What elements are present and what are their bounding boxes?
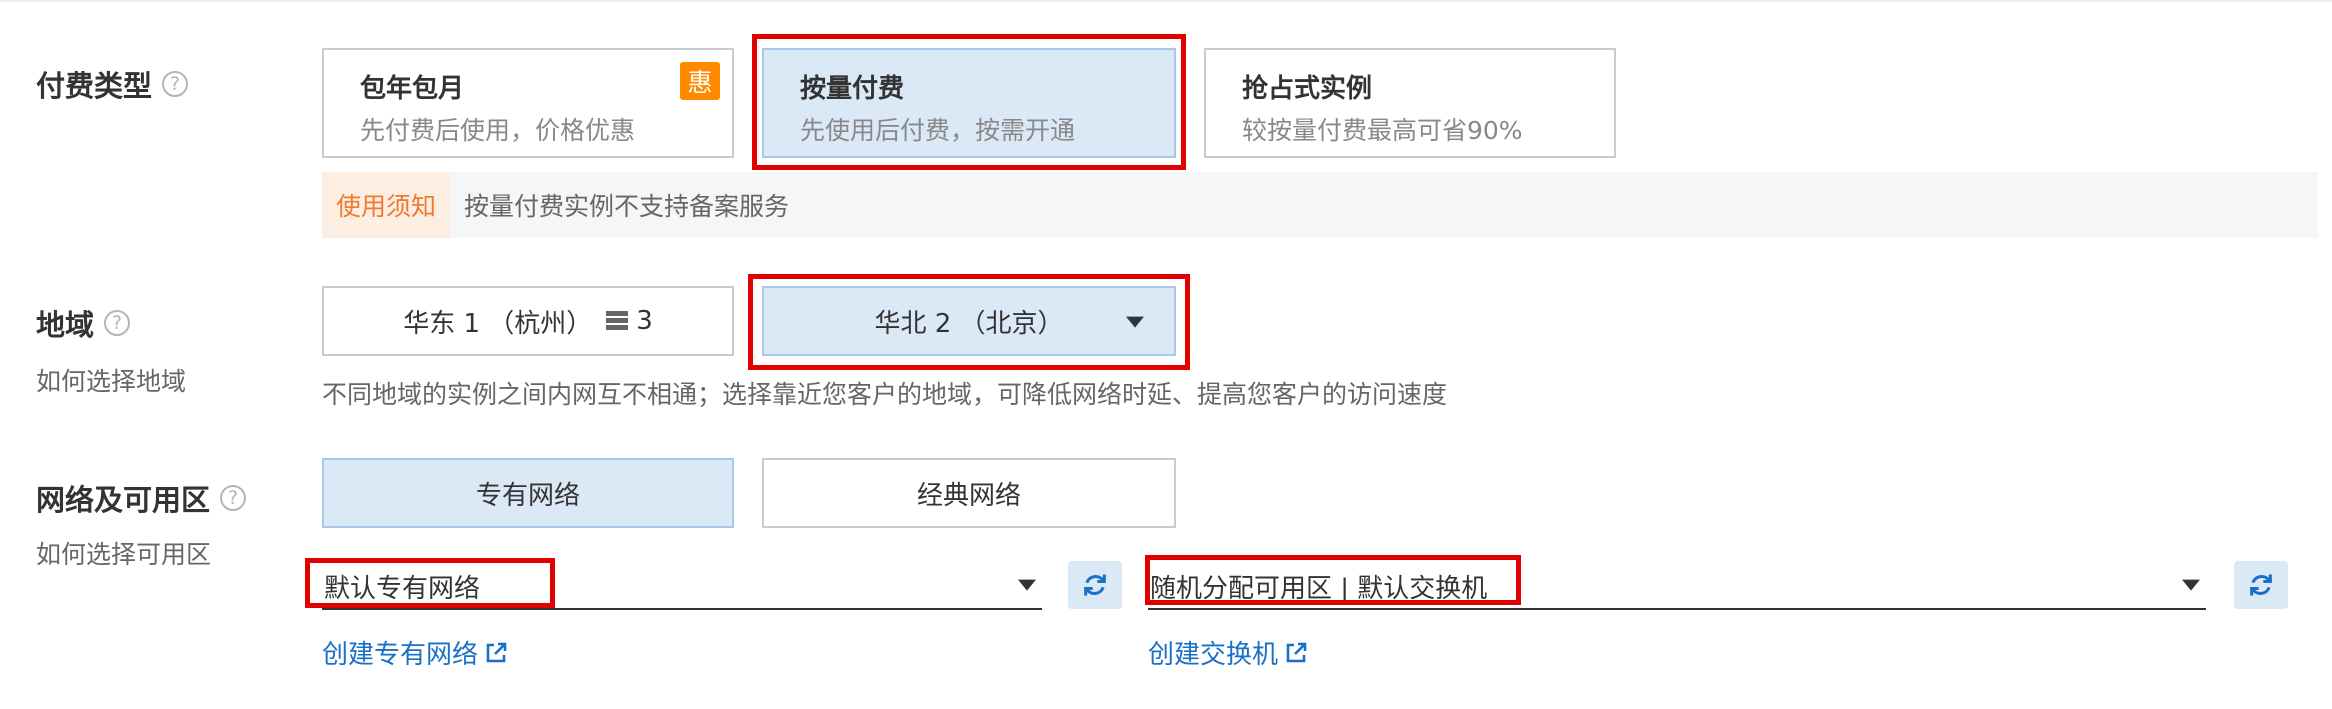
chevron-down-icon [2182, 579, 2200, 591]
discount-badge: 惠 [680, 62, 720, 100]
external-link-icon [1286, 642, 1307, 662]
network-zone-label: 网络及可用区 ? [36, 477, 247, 519]
refresh-icon [2250, 574, 2272, 596]
vpc-select-value: 默认专有网络 [324, 574, 481, 604]
notice-tag: 使用须知 [322, 172, 451, 238]
region-label: 地域 ? [36, 302, 131, 344]
network-type-label: 专有网络 [475, 480, 580, 511]
zone-switch-select[interactable]: 随机分配可用区 | 默认交换机 [1148, 560, 2206, 610]
chevron-down-icon [1126, 316, 1144, 328]
chevron-down-icon [1018, 579, 1036, 591]
billing-option-preemptible[interactable]: 抢占式实例 较按量付费最高可省90% [1204, 48, 1616, 158]
billing-option-title: 包年包月 [360, 74, 465, 104]
server-icon [606, 311, 629, 331]
region-option-label: 华北 2 （北京） [874, 308, 1064, 339]
region-server-count: 3 [636, 306, 653, 336]
network-type-vpc[interactable]: 专有网络 [322, 458, 734, 528]
billing-option-title: 抢占式实例 [1242, 74, 1373, 104]
billing-option-desc: 先付费后使用，价格优惠 [360, 116, 636, 145]
billing-option-desc: 先使用后付费，按需开通 [800, 116, 1076, 145]
refresh-switch-button[interactable] [2234, 561, 2288, 609]
network-type-classic[interactable]: 经典网络 [762, 458, 1176, 528]
billing-option-desc: 较按量付费最高可省90% [1242, 116, 1523, 145]
billing-option-subscription[interactable]: 包年包月 先付费后使用，价格优惠 惠 [322, 48, 734, 158]
billing-type-label: 付费类型 ? [36, 63, 189, 105]
zone-help-link[interactable]: 如何选择可用区 [36, 535, 211, 571]
external-link-icon [486, 642, 507, 662]
region-option-label: 华东 1 （杭州） [403, 308, 593, 339]
billing-option-title: 按量付费 [800, 74, 905, 104]
top-divider [0, 0, 2332, 2]
help-icon[interactable]: ? [104, 310, 131, 336]
refresh-vpc-button[interactable] [1068, 561, 1122, 609]
region-help-link[interactable]: 如何选择地域 [36, 362, 186, 398]
help-icon[interactable]: ? [162, 71, 189, 97]
create-switch-link[interactable]: 创建交换机 [1148, 634, 1308, 671]
region-option-hangzhou[interactable]: 华东 1 （杭州） 3 [322, 286, 734, 356]
notice-text: 按量付费实例不支持备案服务 [464, 192, 790, 221]
vpc-select[interactable]: 默认专有网络 [322, 560, 1042, 610]
create-vpc-link[interactable]: 创建专有网络 [322, 634, 508, 671]
usage-notice: 使用须知 按量付费实例不支持备案服务 [322, 172, 2318, 238]
help-icon[interactable]: ? [220, 485, 247, 511]
network-type-label: 经典网络 [916, 480, 1021, 511]
billing-option-pay-as-you-go[interactable]: 按量付费 先使用后付费，按需开通 [762, 48, 1176, 158]
region-hint: 不同地域的实例之间内网互不相通；选择靠近您客户的地域，可降低网络时延、提高您客户… [322, 380, 1448, 409]
zone-select-value: 随机分配可用区 | 默认交换机 [1150, 574, 1488, 604]
refresh-icon [1084, 574, 1106, 596]
region-select-beijing[interactable]: 华北 2 （北京） [762, 286, 1176, 356]
